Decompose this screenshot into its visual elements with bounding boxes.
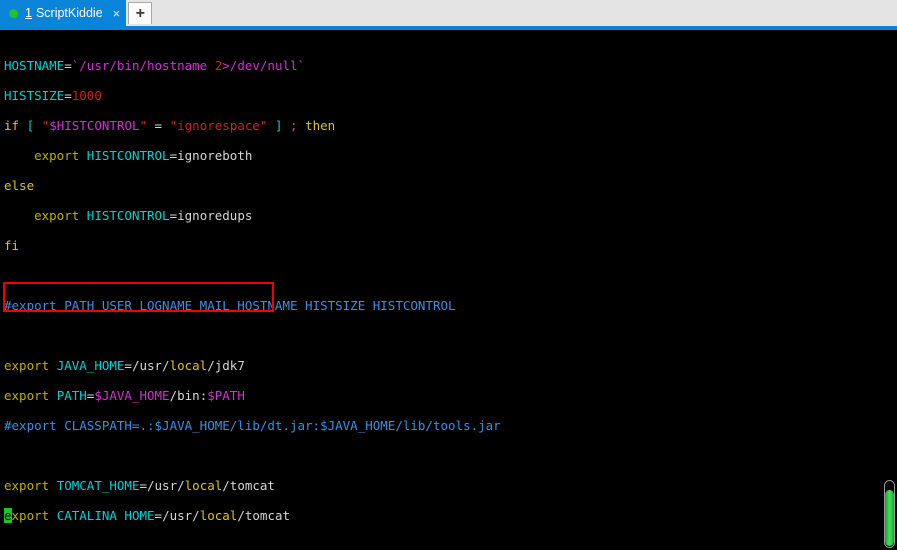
tab-title-label: ScriptKiddie xyxy=(35,6,103,20)
code-line: HISTSIZE=1000 xyxy=(4,88,102,103)
new-tab-button[interactable]: + xyxy=(128,2,153,24)
code-line: HOSTNAME=`/usr/bin/hostname 2>/dev/null` xyxy=(4,58,306,73)
code-line: #export CLASSPATH=.:$JAVA_HOME/lib/dt.ja… xyxy=(4,418,501,433)
code-line: export JAVA_HOME=/usr/local/jdk7 xyxy=(4,358,245,373)
code-line: if [ "$HISTCONTROL" = "ignorespace" ] ; … xyxy=(4,118,336,133)
code-line: export HISTCONTROL=ignoredups xyxy=(34,208,253,223)
tab-bar-empty-area xyxy=(152,0,897,26)
text-cursor: e xyxy=(4,508,12,523)
code-line: export HISTCONTROL=ignoreboth xyxy=(34,148,253,163)
code-line: export TOMCAT_HOME=/usr/local/tomcat xyxy=(4,478,275,493)
code-line: else xyxy=(4,178,35,193)
tab-index-label: 1 xyxy=(25,6,32,20)
scrollbar-thumb[interactable] xyxy=(885,490,894,546)
vim-buffer[interactable]: HOSTNAME=`/usr/bin/hostname 2>/dev/null`… xyxy=(4,43,558,550)
close-icon[interactable]: × xyxy=(113,7,121,20)
code-line: #export PATH USER LOGNAME MAIL HOSTNAME … xyxy=(4,298,456,313)
code-line: fi xyxy=(4,238,20,253)
tab-scriptkiddie[interactable]: 1 ScriptKiddie × xyxy=(0,0,127,26)
code-line-cursor: export CATALINA HOME=/usr/local/tomcat xyxy=(4,508,291,523)
tab-status-dot xyxy=(9,8,18,18)
terminal-viewport[interactable]: HOSTNAME=`/usr/bin/hostname 2>/dev/null`… xyxy=(0,30,897,550)
tab-bar: 1 ScriptKiddie × + xyxy=(0,0,897,26)
code-line: export PATH=$JAVA_HOME/bin:$PATH xyxy=(4,388,245,403)
